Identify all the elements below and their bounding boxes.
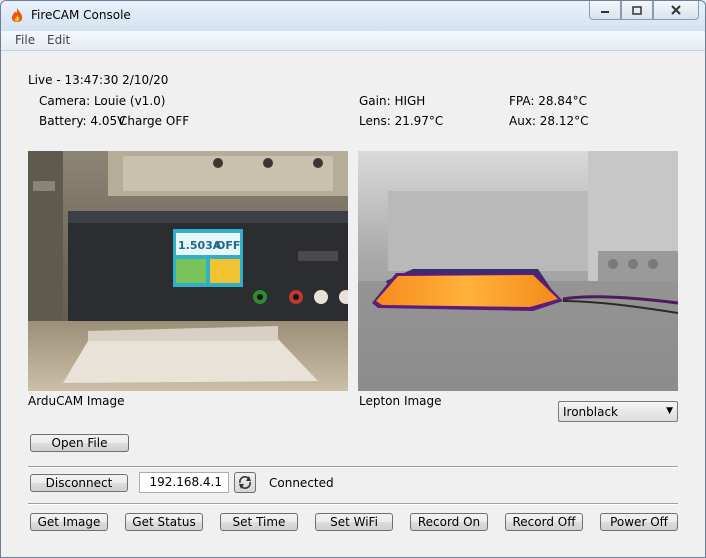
get-status-button[interactable]: Get Status <box>125 513 203 531</box>
set-time-button[interactable]: Set Time <box>220 513 298 531</box>
window-title: FireCAM Console <box>31 8 131 22</box>
title-bar[interactable]: FireCAM Console <box>1 1 705 31</box>
refresh-icon <box>239 476 251 489</box>
palette-selected-value: Ironblack <box>563 405 619 419</box>
close-button[interactable] <box>653 1 699 20</box>
flame-icon <box>11 8 23 22</box>
gain-label: Gain: HIGH <box>359 94 426 108</box>
menu-bar: File Edit <box>1 31 705 51</box>
disconnect-button[interactable]: Disconnect <box>30 474 128 492</box>
set-wifi-button[interactable]: Set WiFi <box>315 513 393 531</box>
power-off-button[interactable]: Power Off <box>600 513 678 531</box>
maximize-button[interactable] <box>621 1 653 20</box>
psu-state-readout: OFF <box>216 239 240 252</box>
battery-label: Battery: 4.05V <box>39 114 126 128</box>
chevron-down-icon: ▼ <box>666 406 673 416</box>
arducam-image-label: ArduCAM Image <box>28 394 125 408</box>
app-window: FireCAM Console File Edit Live - 13:47:3… <box>0 0 706 558</box>
arducam-image: 1.503A OFF <box>28 151 348 391</box>
menu-edit[interactable]: Edit <box>47 33 70 47</box>
lepton-image-label: Lepton Image <box>359 394 442 408</box>
lens-temp-label: Lens: 21.97°C <box>359 114 444 128</box>
palette-select[interactable]: Ironblack ▼ <box>558 401 678 422</box>
separator-bottom <box>28 503 678 505</box>
minimize-icon <box>601 11 609 13</box>
minimize-button[interactable] <box>589 1 621 20</box>
live-timestamp: Live - 13:47:30 2/10/20 <box>28 73 169 87</box>
refresh-button[interactable] <box>234 472 256 493</box>
camera-label: Camera: Louie (v1.0) <box>39 94 166 108</box>
maximize-icon <box>632 5 642 15</box>
record-off-button[interactable]: Record Off <box>505 513 583 531</box>
client-area: Live - 13:47:30 2/10/20 Camera: Louie (v… <box>1 51 705 557</box>
lepton-image <box>358 151 678 391</box>
menu-file[interactable]: File <box>15 33 35 47</box>
close-icon <box>671 5 681 15</box>
charge-label: Charge OFF <box>119 114 190 128</box>
open-file-button[interactable]: Open File <box>30 434 129 452</box>
record-on-button[interactable]: Record On <box>410 513 488 531</box>
separator-top <box>28 466 678 468</box>
get-image-button[interactable]: Get Image <box>30 513 108 531</box>
ip-address-field[interactable]: 192.168.4.1 <box>139 472 229 493</box>
fpa-temp-label: FPA: 28.84°C <box>509 94 587 108</box>
aux-temp-label: Aux: 28.12°C <box>509 114 589 128</box>
connection-status: Connected <box>269 476 334 490</box>
